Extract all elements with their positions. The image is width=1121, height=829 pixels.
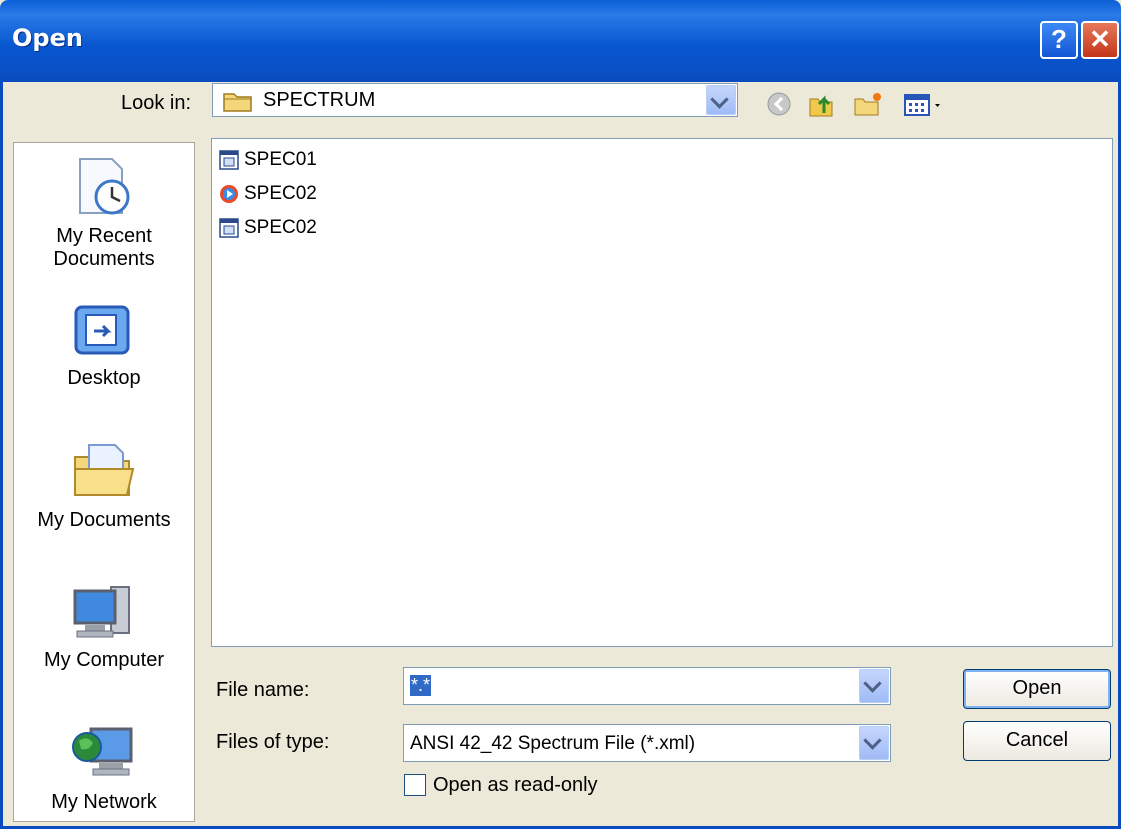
place-label: Desktop xyxy=(67,367,141,389)
file-name-label: File name: xyxy=(216,679,310,701)
read-only-checkbox[interactable] xyxy=(404,774,426,796)
look-in-label: Look in: xyxy=(121,92,192,114)
back-icon[interactable] xyxy=(765,89,797,119)
views-menu-icon[interactable] xyxy=(903,89,949,119)
help-button[interactable]: ? xyxy=(1040,21,1078,59)
cancel-button[interactable]: Cancel xyxy=(963,721,1111,761)
file-name-dropdown-arrow[interactable] xyxy=(859,669,889,703)
file-list[interactable]: SPEC01 SPEC02 SPEC02 xyxy=(211,138,1113,647)
file-type-dropdown[interactable]: ANSI 42_42 Spectrum File (*.xml) xyxy=(403,724,891,762)
place-label: My Documents xyxy=(37,509,171,531)
file-name-combo[interactable]: *.* xyxy=(403,667,891,705)
up-folder-icon[interactable] xyxy=(806,89,838,119)
file-type-value: ANSI 42_42 Spectrum File (*.xml) xyxy=(410,733,696,754)
new-folder-icon[interactable] xyxy=(852,89,884,119)
recent-documents-icon xyxy=(79,158,130,215)
xml-file-icon xyxy=(219,150,239,170)
folder-icon xyxy=(223,93,252,112)
window-title: Open xyxy=(12,24,83,52)
places-bar: My Recent Documents Desktop My Documents… xyxy=(13,142,195,822)
file-name: SPEC01 xyxy=(244,149,317,170)
file-name-input[interactable]: *.* xyxy=(410,675,432,696)
look-in-dropdown[interactable]: SPECTRUM xyxy=(212,83,738,117)
place-my-computer[interactable]: My Computer xyxy=(14,581,194,672)
read-only-label[interactable]: Open as read-only xyxy=(433,774,598,797)
file-name: SPEC02 xyxy=(244,217,317,238)
place-my-documents[interactable]: My Documents xyxy=(14,439,194,532)
place-label: My Computer xyxy=(43,649,165,671)
place-label: My Network xyxy=(51,791,157,813)
xml-file-icon xyxy=(219,218,239,238)
desktop-icon xyxy=(74,305,130,355)
close-button[interactable]: ✕ xyxy=(1081,21,1119,59)
media-file-icon xyxy=(220,185,238,203)
place-label: My Recent xyxy=(56,225,152,247)
list-item[interactable]: SPEC02 xyxy=(218,179,317,209)
chevron-down-icon xyxy=(863,731,882,750)
chevron-down-icon xyxy=(863,674,882,693)
my-network-icon xyxy=(72,727,133,776)
place-my-network[interactable]: My Network xyxy=(14,721,194,814)
look-in-value: SPECTRUM xyxy=(263,89,376,111)
title-bar[interactable]: Open ? ✕ xyxy=(0,0,1121,82)
place-label: Documents xyxy=(53,248,155,270)
list-item[interactable]: SPEC02 xyxy=(218,213,317,243)
chevron-down-icon xyxy=(710,90,729,109)
file-name: SPEC02 xyxy=(244,183,317,204)
file-type-dropdown-arrow[interactable] xyxy=(859,726,889,760)
file-type-label: Files of type: xyxy=(216,731,330,753)
look-in-dropdown-arrow[interactable] xyxy=(706,85,736,115)
my-computer-icon xyxy=(73,586,130,638)
open-button[interactable]: Open xyxy=(963,669,1111,709)
place-recent-documents[interactable]: My Recent Documents xyxy=(14,155,194,271)
list-item[interactable]: SPEC01 xyxy=(218,145,317,175)
my-documents-icon xyxy=(74,444,135,496)
place-desktop[interactable]: Desktop xyxy=(14,301,194,390)
